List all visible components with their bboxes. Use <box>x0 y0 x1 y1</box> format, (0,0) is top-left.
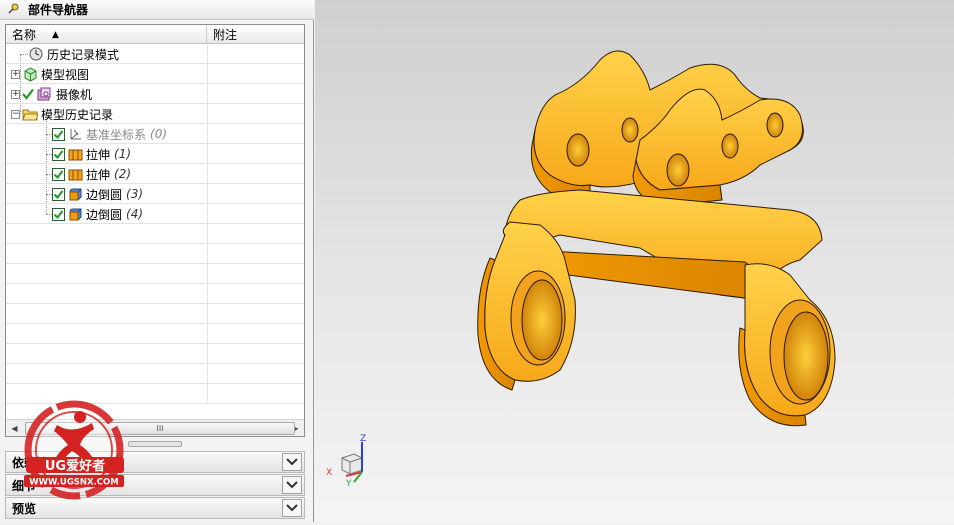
navigator-title-bar: 部件导航器 <box>0 0 314 20</box>
panel-splitter[interactable] <box>128 441 182 447</box>
checkmark-icon <box>22 86 34 102</box>
tree-rows: 历史记录模式 + 模型视图 + 摄像机 − 模型历史记录 基准坐标系 (0) 拉… <box>6 44 304 404</box>
y-axis-label: Y <box>345 479 352 487</box>
visibility-checkbox[interactable] <box>52 207 65 221</box>
tree-item-label: 拉伸 <box>86 147 111 162</box>
tree-row-extrude-2[interactable]: 拉伸 (2) <box>6 164 304 184</box>
navigator-title: 部件导航器 <box>28 3 89 17</box>
tree-item-label: 边倒圆 <box>86 187 123 202</box>
feature-index: (0) <box>150 127 168 141</box>
visibility-checkbox[interactable] <box>52 167 65 181</box>
feature-index: (4) <box>126 207 144 221</box>
feature-index: (3) <box>126 187 144 201</box>
tree-row-empty <box>6 344 304 364</box>
tree-row-history-mode[interactable]: 历史记录模式 <box>6 44 304 64</box>
edge-blend-icon <box>67 186 83 202</box>
tree-row-empty <box>6 284 304 304</box>
column-name-label: 名称 <box>12 28 37 42</box>
sort-ascending-icon: ▲ <box>52 29 59 40</box>
chevron-down-icon[interactable] <box>282 453 302 471</box>
wcs-triad: Z X Y <box>324 432 374 489</box>
expand-icon[interactable]: + <box>11 89 20 99</box>
tree-item-label: 模型历史记录 <box>41 107 114 122</box>
watermark-brand: UG爱好者 <box>45 458 105 474</box>
graphics-window[interactable]: Z X Y <box>315 0 954 522</box>
tree-item-label: 拉伸 <box>86 167 111 182</box>
tree-row-empty <box>6 324 304 344</box>
tree-row-empty <box>6 244 304 264</box>
column-header-name[interactable]: 名称 ▲ <box>6 25 207 44</box>
camera-icon <box>37 86 53 102</box>
extrude-icon <box>67 166 83 182</box>
column-note-label: 附注 <box>213 28 238 42</box>
tree-item-label: 基准坐标系 <box>86 127 147 142</box>
chevron-down-icon[interactable] <box>282 499 302 517</box>
tree-row-model-history[interactable]: − 模型历史记录 <box>6 104 304 124</box>
ug-watermark-logo: UG爱好者 WWW.UGSNX.COM <box>22 395 132 510</box>
x-axis-label: X <box>326 468 332 478</box>
tree-row-edge-blend-3[interactable]: 边倒圆 (3) <box>6 184 304 204</box>
visibility-checkbox[interactable] <box>52 127 65 141</box>
scroll-left-icon[interactable]: ◀ <box>6 420 23 436</box>
tree-row-empty <box>6 264 304 284</box>
chevron-down-icon[interactable] <box>282 476 302 494</box>
datum-csys-icon <box>67 126 83 142</box>
column-header-note[interactable]: 附注 <box>207 25 304 44</box>
tree-row-datum-csys[interactable]: 基准坐标系 (0) <box>6 124 304 144</box>
feature-index: (1) <box>114 147 132 161</box>
z-axis-label: Z <box>360 434 366 444</box>
visibility-checkbox[interactable] <box>52 187 65 201</box>
feature-index: (2) <box>114 167 132 181</box>
edge-blend-icon <box>67 206 83 222</box>
tree-item-label: 历史记录模式 <box>47 47 120 62</box>
tree-row-empty <box>6 364 304 384</box>
scroll-grip: III <box>156 423 164 433</box>
clock-icon <box>28 46 44 62</box>
folder-icon <box>22 106 38 122</box>
tree-header: 名称 ▲ 附注 <box>6 25 304 44</box>
tree-row-edge-blend-4[interactable]: 边倒圆 (4) <box>6 204 304 224</box>
visibility-checkbox[interactable] <box>52 147 65 161</box>
tree-item-label: 摄像机 <box>56 87 93 102</box>
collapse-icon[interactable]: − <box>11 109 20 119</box>
tree-row-cameras[interactable]: + 摄像机 <box>6 84 304 104</box>
extrude-icon <box>67 146 83 162</box>
tree-item-label: 边倒圆 <box>86 207 123 222</box>
bracket-model[interactable] <box>315 0 954 522</box>
tree-row-model-views[interactable]: + 模型视图 <box>6 64 304 84</box>
tree-item-label: 模型视图 <box>41 67 90 82</box>
pin-icon[interactable] <box>8 2 20 17</box>
tree-row-extrude-1[interactable]: 拉伸 (1) <box>6 144 304 164</box>
navigator-tree: 名称 ▲ 附注 历史记录模式 + 模型视图 + 摄像机 − 模型历史记录 基准坐… <box>5 24 305 437</box>
expand-icon[interactable]: + <box>11 69 20 79</box>
tree-row-empty <box>6 304 304 324</box>
tree-row-empty <box>6 224 304 244</box>
watermark-url: WWW.UGSNX.COM <box>29 478 118 488</box>
model-views-icon <box>22 66 38 82</box>
